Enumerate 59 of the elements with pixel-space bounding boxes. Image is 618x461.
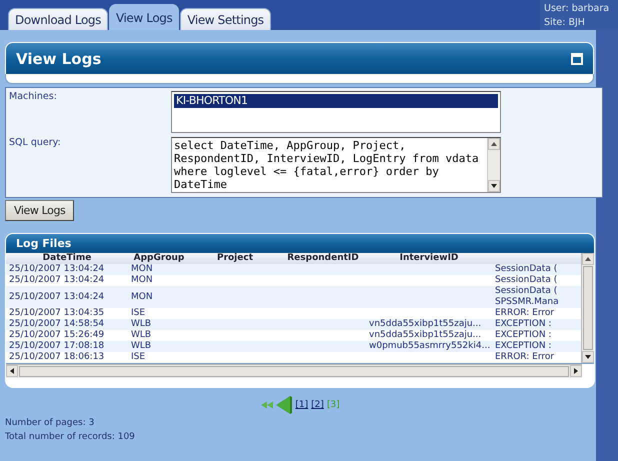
table-cell-text: ERROR: Error <box>494 308 556 319</box>
table-cell-text: SessionData ( <box>494 264 558 275</box>
table-cell-text: EXCEPTION : <box>494 319 552 330</box>
list-item[interactable]: KI-BHORTON1 <box>174 94 498 108</box>
table-cell-text: EXCEPTION : <box>494 330 552 341</box>
table-cell-text: vn5dda55xibp1t55zaju... <box>368 330 482 341</box>
table-cell-text: 25/10/2007 13:04:24 <box>8 292 106 302</box>
sql-query-field[interactable]: select DateTime, AppGroup, Project, RespondentID, InterviewID, LogEntry from vdata where loglevel <= {fatal,error} order by DateTime <box>171 137 501 193</box>
table-cell-text: 25/10/2007 14:58:54 <box>8 319 106 330</box>
table-cell-text: 25/10/2007 13:04:24 <box>8 275 106 286</box>
tab[interactable]: View Settings <box>180 8 271 30</box>
table-cell-text: MON <box>130 264 154 275</box>
view-logs-button[interactable]: View Logs <box>5 200 74 221</box>
user-info-text: Site: BJH <box>544 16 586 30</box>
scroll-left-icon[interactable] <box>6 365 18 377</box>
machines-list[interactable]: KI-BHORTON1 <box>171 91 501 133</box>
column-header: RespondentID <box>286 253 360 264</box>
table-cell-text: 25/10/2007 13:04:35 <box>8 308 106 319</box>
table-cell-text: MON <box>130 275 154 286</box>
table-cell-text: w0pmub55asmrry552ki4... <box>368 341 492 352</box>
column-header: DateTime <box>42 253 92 264</box>
column-header: InterviewID <box>398 253 460 264</box>
panel-title: View Logs <box>16 50 102 68</box>
table-cell-text: 25/10/2007 18:06:13 <box>8 352 106 363</box>
summary-text: Total number of records: 109 <box>5 431 136 444</box>
table-cell-text: 25/10/2007 13:04:24 <box>8 264 106 275</box>
scroll-up-icon[interactable] <box>582 253 594 265</box>
scroll-down-icon[interactable] <box>488 180 500 192</box>
table-cell-text: MON <box>130 292 154 302</box>
table-cell-text: WLB <box>130 330 152 341</box>
page-link[interactable]: [2] <box>311 400 324 410</box>
scroll-up-icon[interactable] <box>488 138 500 150</box>
table-cell-text: SessionData ( <box>494 275 558 286</box>
panel-header: Log Files <box>6 234 594 253</box>
tab[interactable]: View Logs <box>108 4 180 30</box>
table-cell-text: ERROR: Error <box>494 352 556 363</box>
table-cell-text: WLB <box>130 319 152 330</box>
table-cell-text: ISE <box>130 308 146 319</box>
table-cell-text: SessionData ( SPSSMR.Mana <box>494 286 560 308</box>
table-cell-text: vn5dda55xibp1t55zaju... <box>368 319 482 330</box>
previous-page-icon[interactable] <box>276 396 292 414</box>
table-cell-text: WLB <box>130 341 152 352</box>
scroll-right-icon[interactable] <box>570 365 582 377</box>
tab[interactable]: Download Logs <box>8 8 108 30</box>
scrollbar-thumb[interactable] <box>583 266 593 350</box>
summary-text: Number of pages: 3 <box>5 417 96 430</box>
scrollbar-thumb[interactable] <box>19 366 569 377</box>
table-cell-text: ISE <box>130 352 146 363</box>
field-label: SQL query: <box>9 137 62 150</box>
table-cell-text: EXCEPTION : <box>494 341 552 352</box>
table-cell-text: 25/10/2007 17:08:18 <box>8 341 106 352</box>
page-link[interactable]: [1] <box>295 400 308 410</box>
user-info-text: User: barbara <box>544 2 610 16</box>
column-header: Project <box>216 253 254 264</box>
column-header: AppGroup <box>132 253 186 264</box>
table-cell-text: 25/10/2007 15:26:49 <box>8 330 106 341</box>
field-label: Machines: <box>9 91 58 104</box>
maximize-icon[interactable] <box>571 52 583 64</box>
scroll-down-icon[interactable] <box>582 351 594 363</box>
